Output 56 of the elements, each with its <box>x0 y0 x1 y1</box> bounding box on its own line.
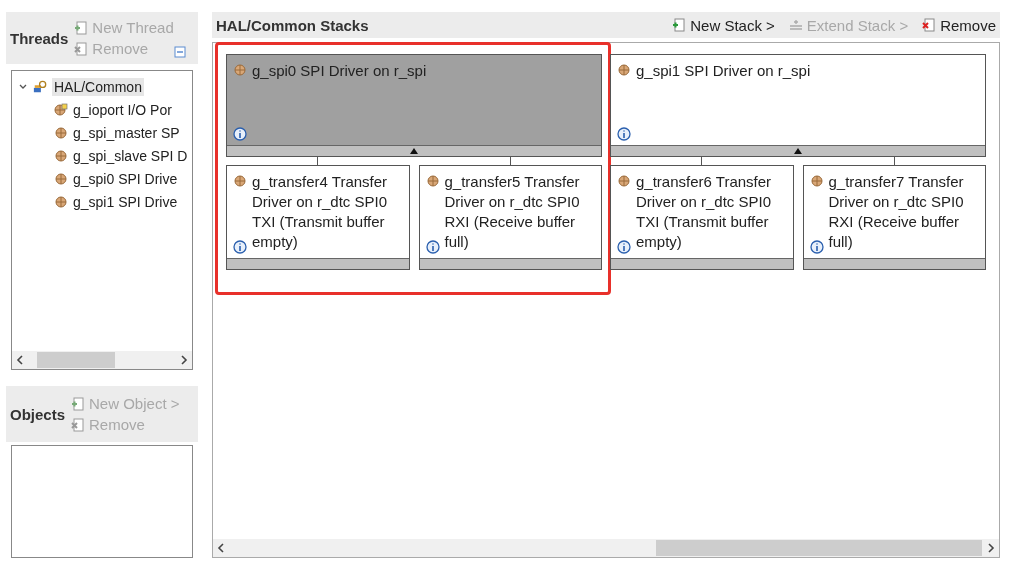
module-card[interactable]: g_transfer6 Transfer Driver on r_dtc SPI0 TXI (Transmit buffer empty) <box>610 165 794 270</box>
new-icon <box>71 396 86 411</box>
module-icon <box>54 194 68 209</box>
scroll-left-icon[interactable] <box>216 543 226 553</box>
module-card[interactable]: g_spi0 SPI Driver on r_spi <box>226 54 602 157</box>
module-icon <box>233 174 247 188</box>
scroll-right-icon[interactable] <box>179 355 189 365</box>
info-icon[interactable] <box>233 127 247 141</box>
new-icon <box>74 20 89 35</box>
module-title: g_spi0 SPI Driver on r_spi <box>252 61 427 81</box>
tree-item[interactable]: g_spi0 SPI Drive <box>73 170 178 187</box>
components-icon <box>33 79 47 94</box>
module-card[interactable]: g_transfer7 Transfer Driver on r_dtc SPI0 RXI (Receive buffer full) <box>802 165 986 270</box>
scroll-right-icon[interactable] <box>986 543 996 553</box>
module-title: g_transfer5 Transfer Driver on r_dtc SPI0 RXI (Receive buffer full) <box>444 172 581 252</box>
tree-item[interactable]: g_spi1 SPI Drive <box>73 193 178 210</box>
module-title: g_transfer4 Transfer Driver on r_dtc SPI0 TXI (Transmit buffer empty) <box>252 172 389 252</box>
panel-title: Threads <box>10 29 69 47</box>
module-card[interactable]: g_transfer5 Transfer Driver on r_dtc SPI0 RXI (Receive buffer full) <box>418 165 602 270</box>
remove-icon <box>71 417 86 432</box>
horizontal-scrollbar[interactable] <box>12 351 192 369</box>
module-icon <box>54 102 68 117</box>
module-icon <box>617 174 631 188</box>
collapse-triangle-icon[interactable] <box>410 148 418 154</box>
module-icon <box>809 174 824 188</box>
module-title: g_transfer6 Transfer Driver on r_dtc SPI0 TXI (Transmit buffer empty) <box>636 172 773 252</box>
module-icon <box>54 148 68 163</box>
module-icon <box>54 125 68 140</box>
module-title: g_transfer7 Transfer Driver on r_dtc SPI0 RXI (Receive buffer full) <box>828 172 965 252</box>
module-icon <box>617 63 631 77</box>
tree-item[interactable]: HAL/Common <box>52 77 144 96</box>
tree-item[interactable]: g_spi_master SP <box>73 124 180 141</box>
new-icon <box>672 18 687 32</box>
scroll-left-icon[interactable] <box>15 355 25 365</box>
panel-title: Objects <box>10 405 66 423</box>
module-card[interactable]: g_transfer4 Transfer Driver on r_dtc SPI0 TXI (Transmit buffer empty) <box>226 165 410 270</box>
info-icon[interactable] <box>617 240 631 254</box>
module-icon <box>425 174 440 188</box>
info-icon[interactable] <box>617 127 631 141</box>
horizontal-scrollbar[interactable] <box>213 539 999 557</box>
module-title: g_spi1 SPI Driver on r_spi <box>636 61 811 81</box>
info-icon[interactable] <box>809 240 824 254</box>
module-icon <box>233 63 247 77</box>
panel-title: HAL/Common Stacks <box>216 16 369 34</box>
tree-item[interactable]: g_ioport I/O Por <box>73 101 172 118</box>
remove-icon <box>922 18 937 32</box>
module-card[interactable]: g_spi1 SPI Driver on r_spi <box>610 54 986 157</box>
toolbar-button[interactable]: New Stack > <box>672 16 775 34</box>
collapse-triangle-icon[interactable] <box>794 148 802 154</box>
extend-icon <box>788 18 803 32</box>
toolbar-button[interactable]: Remove <box>922 16 996 34</box>
module-icon <box>54 171 68 186</box>
info-icon[interactable] <box>425 240 440 254</box>
remove-icon <box>74 41 89 56</box>
tree-item[interactable]: g_spi_slave SPI D <box>73 147 188 164</box>
info-icon[interactable] <box>233 240 247 254</box>
